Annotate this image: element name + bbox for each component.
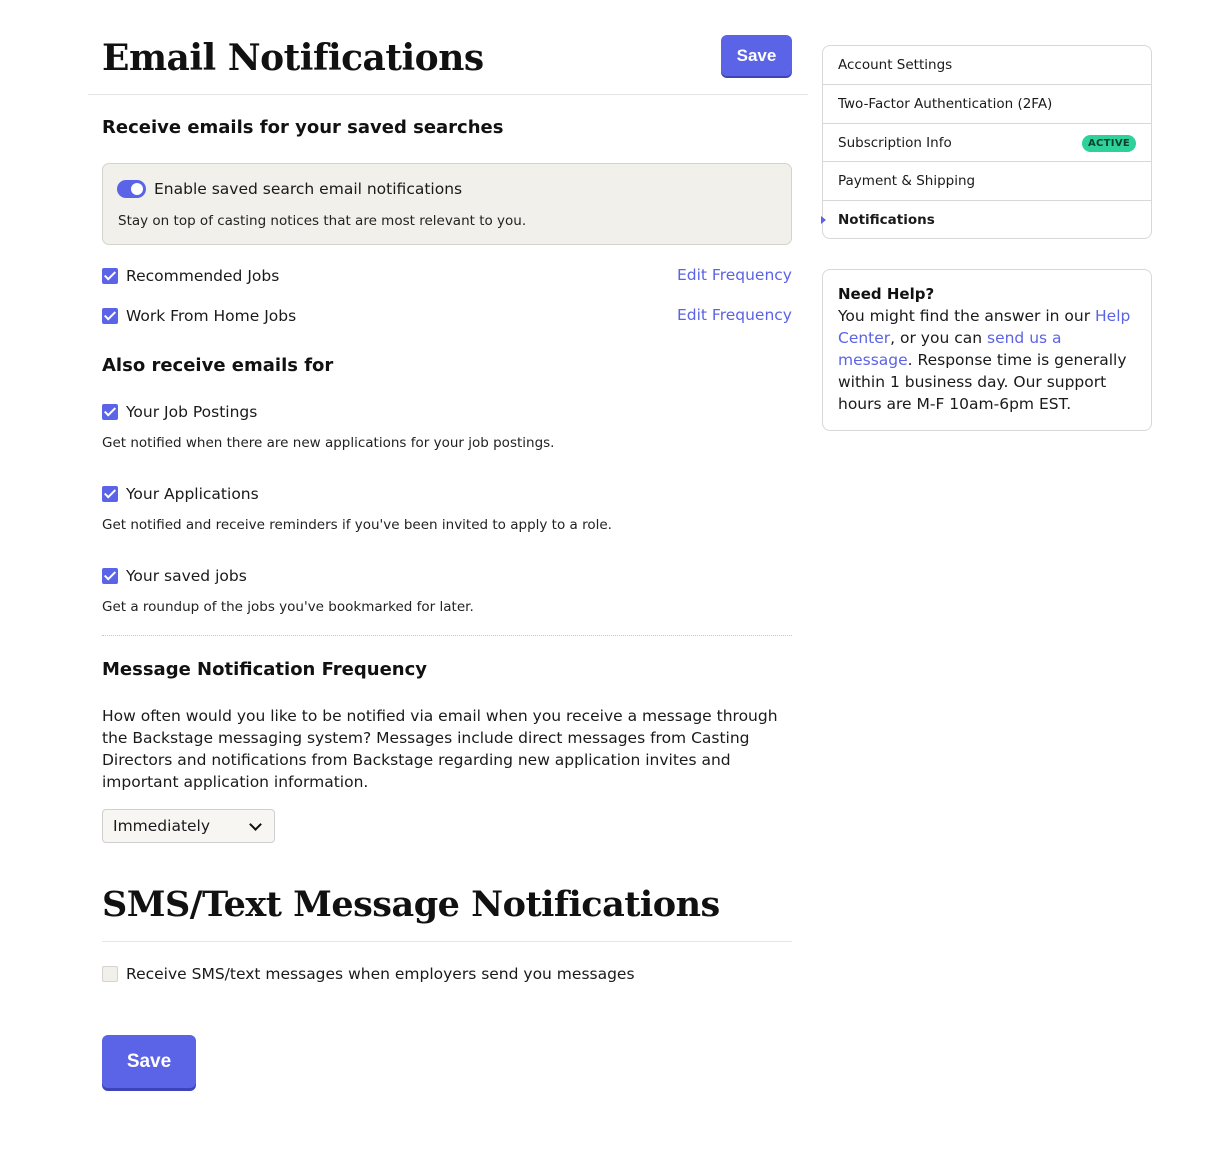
also-receive-heading: Also receive emails for bbox=[102, 355, 334, 376]
save-button-top[interactable]: Save bbox=[721, 35, 792, 76]
sidebar-item-subscription-info[interactable]: Subscription Info ACTIVE bbox=[823, 124, 1151, 163]
sms-title: SMS/Text Message Notifications bbox=[102, 884, 720, 925]
saved-jobs-label: Your saved jobs bbox=[126, 567, 247, 585]
saved-jobs-row[interactable]: Your saved jobs bbox=[102, 566, 247, 586]
sidebar-item-label: Payment & Shipping bbox=[838, 173, 976, 190]
status-badge: ACTIVE bbox=[1082, 134, 1136, 152]
settings-sidebar: Account Settings Two-Factor Authenticati… bbox=[821, 45, 1152, 240]
help-text-part: , or you can bbox=[890, 329, 987, 347]
applications-row[interactable]: Your Applications bbox=[102, 484, 259, 504]
help-box: Need Help? You might find the answer in … bbox=[822, 269, 1152, 431]
sidebar-item-payment-shipping[interactable]: Payment & Shipping bbox=[823, 162, 1151, 202]
sms-checkbox-label: Receive SMS/text messages when employers… bbox=[126, 965, 635, 983]
saved-jobs-desc: Get a roundup of the jobs you've bookmar… bbox=[102, 599, 474, 615]
work-from-home-jobs-row[interactable]: Work From Home Jobs bbox=[102, 306, 296, 326]
sidebar-item-label: Two-Factor Authentication (2FA) bbox=[838, 95, 1053, 112]
work-from-home-jobs-checkbox[interactable] bbox=[102, 308, 118, 324]
applications-desc: Get notified and receive reminders if yo… bbox=[102, 517, 612, 533]
help-title: Need Help? bbox=[838, 285, 935, 303]
chevron-down-icon bbox=[249, 818, 262, 831]
section-divider bbox=[102, 635, 792, 636]
recommended-jobs-edit-frequency-link[interactable]: Edit Frequency bbox=[677, 266, 792, 284]
sidebar-item-label: Subscription Info bbox=[838, 134, 952, 151]
recommended-jobs-checkbox[interactable] bbox=[102, 268, 118, 284]
saved-jobs-checkbox[interactable] bbox=[102, 568, 118, 584]
message-frequency-selected-value: Immediately bbox=[113, 817, 211, 835]
job-postings-label: Your Job Postings bbox=[126, 403, 258, 421]
job-postings-row[interactable]: Your Job Postings bbox=[102, 402, 257, 422]
page-header: Email Notifications Save bbox=[88, 0, 808, 95]
saved-search-toggle[interactable] bbox=[117, 180, 146, 198]
message-frequency-heading: Message Notification Frequency bbox=[102, 659, 427, 680]
sidebar-item-notifications[interactable]: Notifications bbox=[821, 201, 1151, 240]
message-frequency-select[interactable]: Immediately bbox=[102, 809, 275, 843]
help-text-part: You might find the answer in our bbox=[838, 307, 1096, 325]
saved-search-toggle-label: Enable saved search email notifications bbox=[154, 180, 463, 198]
sms-checkbox[interactable] bbox=[102, 966, 118, 982]
message-frequency-description: How often would you like to be notified … bbox=[102, 707, 778, 791]
save-button-bottom[interactable]: Save bbox=[102, 1035, 196, 1088]
main-content: Email Notifications Save Receive emails … bbox=[88, 0, 808, 1088]
sms-divider bbox=[102, 941, 792, 942]
sidebar-item-account-settings[interactable]: Account Settings bbox=[823, 46, 1151, 85]
recommended-jobs-row[interactable]: Recommended Jobs bbox=[102, 266, 279, 286]
sidebar-item-two-factor[interactable]: Two-Factor Authentication (2FA) bbox=[823, 85, 1151, 124]
sidebar-item-label: Account Settings bbox=[838, 57, 953, 73]
job-postings-checkbox[interactable] bbox=[102, 404, 118, 420]
page-title: Email Notifications bbox=[102, 37, 484, 79]
sms-row[interactable]: Receive SMS/text messages when employers… bbox=[102, 964, 635, 984]
saved-searches-heading: Receive emails for your saved searches bbox=[102, 117, 504, 138]
work-from-home-jobs-edit-frequency-link[interactable]: Edit Frequency bbox=[677, 306, 792, 324]
job-postings-desc: Get notified when there are new applicat… bbox=[102, 435, 555, 451]
saved-search-toggle-desc: Stay on top of casting notices that are … bbox=[118, 213, 527, 229]
recommended-jobs-label: Recommended Jobs bbox=[126, 267, 280, 285]
sidebar-item-label: Notifications bbox=[838, 212, 935, 229]
help-text: You might find the answer in our Help Ce… bbox=[838, 305, 1138, 415]
applications-label: Your Applications bbox=[126, 485, 259, 503]
applications-checkbox[interactable] bbox=[102, 486, 118, 502]
work-from-home-jobs-label: Work From Home Jobs bbox=[126, 307, 297, 325]
saved-search-toggle-panel: Enable saved search email notifications … bbox=[102, 163, 792, 245]
